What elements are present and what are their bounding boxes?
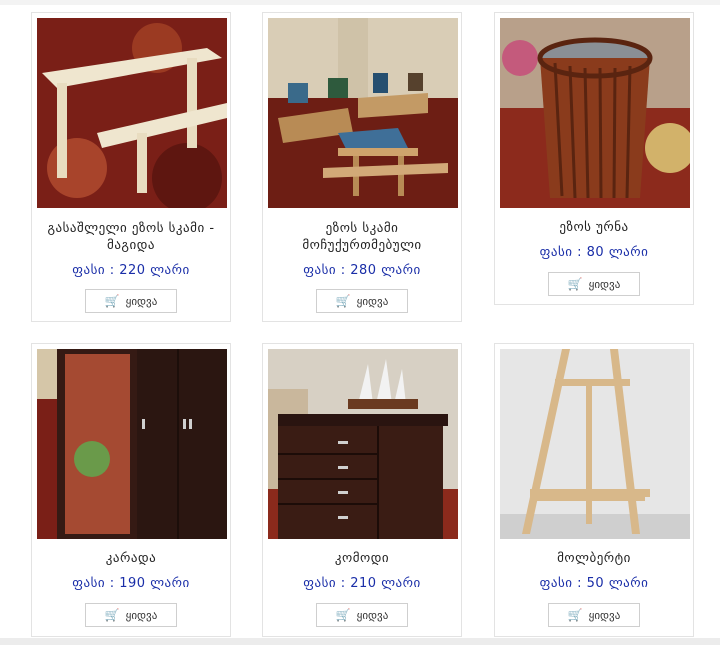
product-card: მოლბერტი ფასი : 50 ლარი 🛒 ყიდვა <box>494 343 694 637</box>
product-image[interactable] <box>268 349 458 539</box>
product-price: ფასი : 210 ლარი <box>303 576 421 591</box>
product-image[interactable] <box>500 349 690 539</box>
buy-button[interactable]: 🛒 ყიდვა <box>85 603 177 627</box>
product-price: ფასი : 220 ლარი <box>72 263 190 278</box>
product-card: გასაშლელი ეზოს სკამი - მაგიდა ფასი : 220… <box>31 12 231 322</box>
product-card: ეზოს სკამი მოჩუქურთმებული ფასი : 280 ლარ… <box>262 12 462 322</box>
bottom-bar <box>0 638 720 645</box>
buy-label: ყიდვა <box>125 294 158 308</box>
product-price: ფასი : 190 ლარი <box>72 576 190 591</box>
buy-button[interactable]: 🛒 ყიდვა <box>316 289 408 313</box>
buy-button[interactable]: 🛒 ყიდვა <box>548 603 640 627</box>
cart-icon: 🛒 <box>104 294 120 308</box>
product-title[interactable]: კომოდი <box>271 550 453 567</box>
buy-label: ყიდვა <box>356 608 389 622</box>
cart-icon: 🛒 <box>335 294 351 308</box>
product-title[interactable]: გასაშლელი ეზოს სკამი - მაგიდა <box>40 220 222 254</box>
cart-icon: 🛒 <box>104 608 120 622</box>
product-title[interactable]: მოლბერტი <box>503 550 685 567</box>
cart-icon: 🛒 <box>335 608 351 622</box>
product-image[interactable] <box>500 18 690 208</box>
product-title[interactable]: ეზოს ურნა <box>503 219 685 236</box>
product-card: ეზოს ურნა ფასი : 80 ლარი 🛒 ყიდვა <box>494 12 694 305</box>
buy-button[interactable]: 🛒 ყიდვა <box>548 272 640 296</box>
buy-label: ყიდვა <box>356 294 389 308</box>
product-image[interactable] <box>37 349 227 539</box>
buy-label: ყიდვა <box>125 608 158 622</box>
top-divider <box>0 0 720 5</box>
product-price: ფასი : 80 ლარი <box>539 245 649 260</box>
cart-icon: 🛒 <box>567 608 583 622</box>
product-price: ფასი : 280 ლარი <box>303 263 421 278</box>
product-card: კარადა ფასი : 190 ლარი 🛒 ყიდვა <box>31 343 231 637</box>
buy-button[interactable]: 🛒 ყიდვა <box>316 603 408 627</box>
buy-label: ყიდვა <box>588 608 621 622</box>
product-card: კომოდი ფასი : 210 ლარი 🛒 ყიდვა <box>262 343 462 637</box>
product-image[interactable] <box>268 18 458 208</box>
buy-label: ყიდვა <box>588 277 621 291</box>
buy-button[interactable]: 🛒 ყიდვა <box>85 289 177 313</box>
product-title[interactable]: ეზოს სკამი მოჩუქურთმებული <box>271 220 453 254</box>
product-image[interactable] <box>37 18 227 208</box>
product-price: ფასი : 50 ლარი <box>539 576 649 591</box>
product-title[interactable]: კარადა <box>40 550 222 567</box>
cart-icon: 🛒 <box>567 277 583 291</box>
